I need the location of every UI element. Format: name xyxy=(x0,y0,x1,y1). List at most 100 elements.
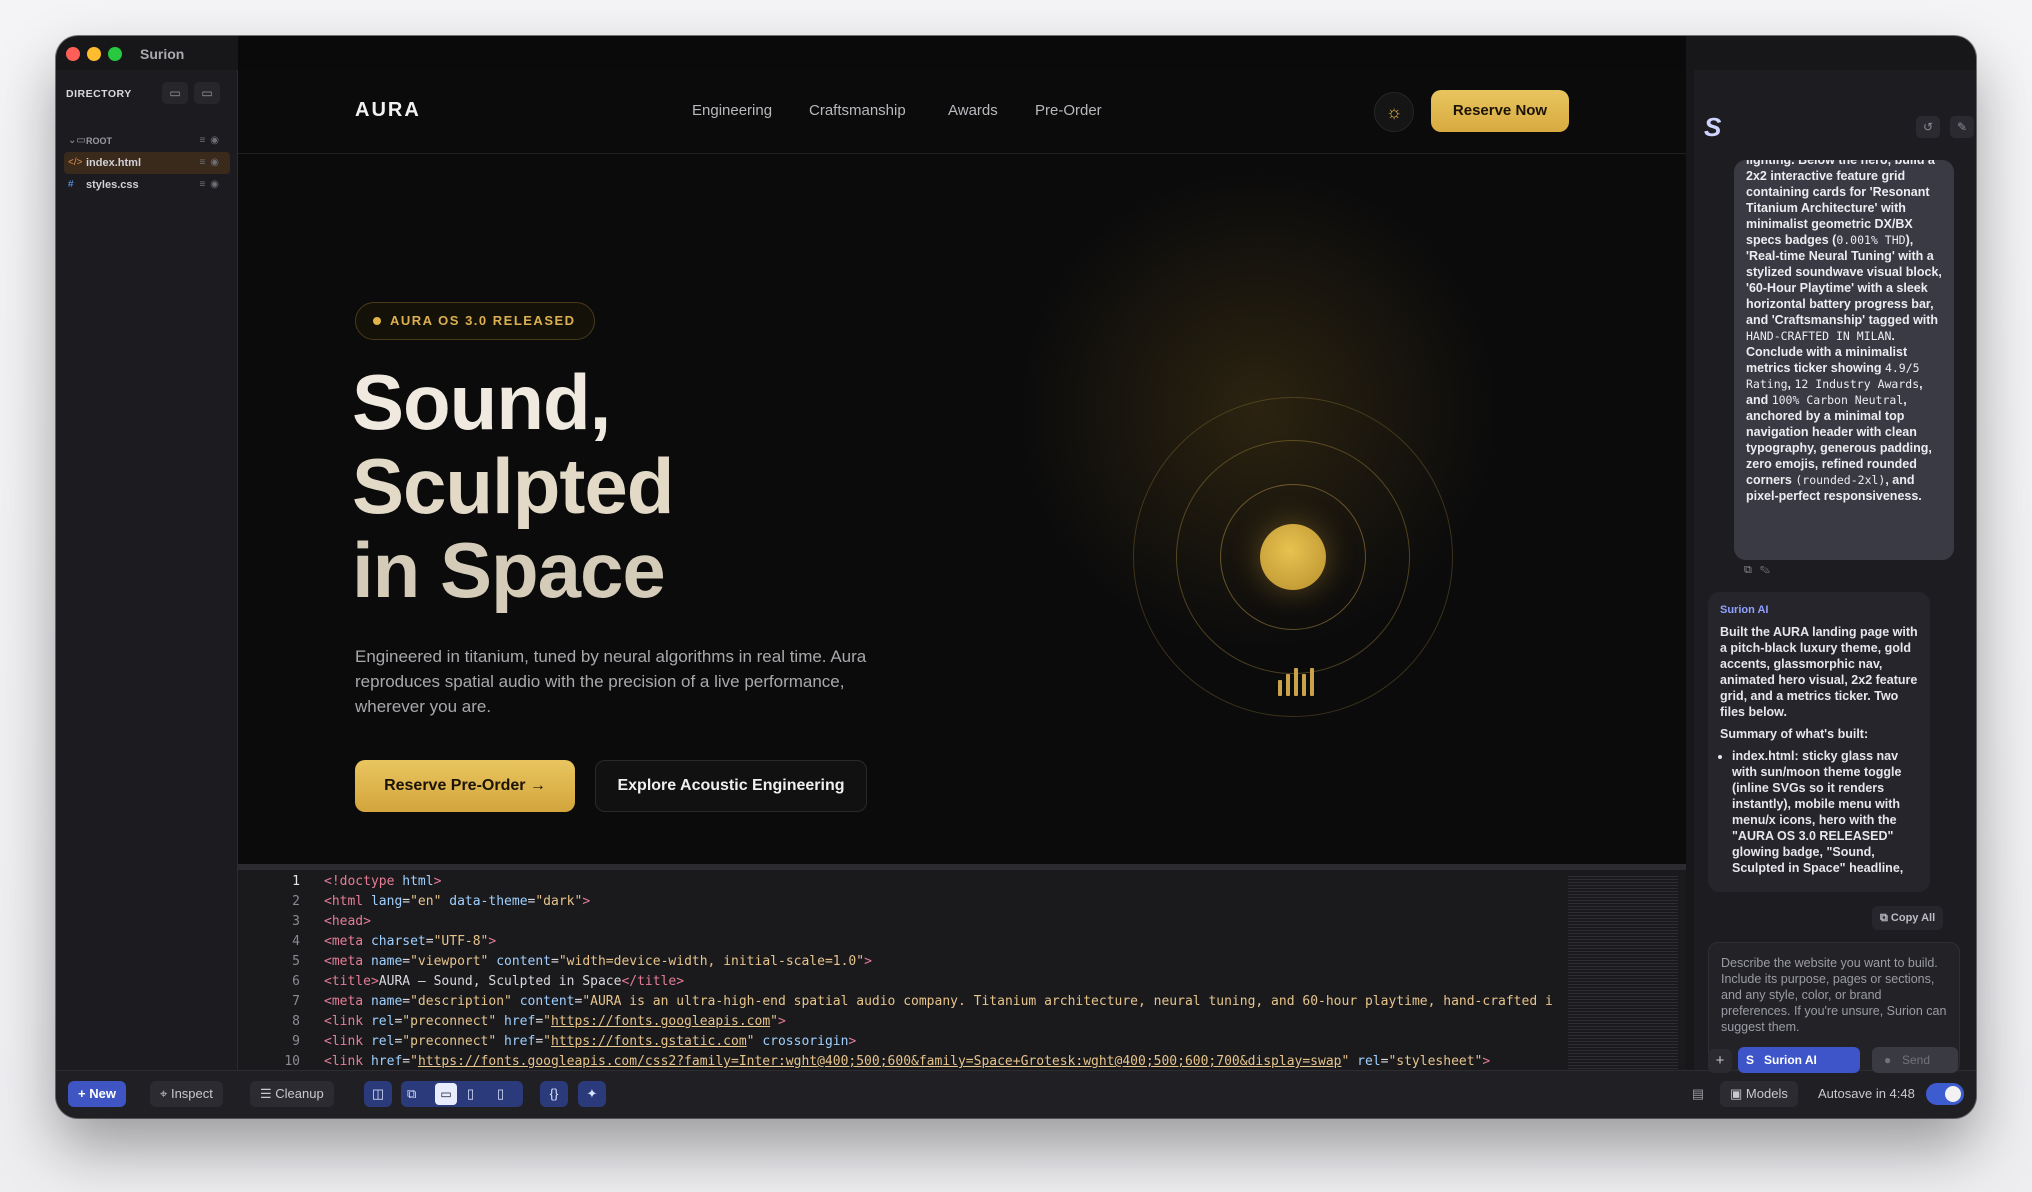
line-number: 1 xyxy=(292,874,300,889)
cleanup-button[interactable]: ☰ Cleanup xyxy=(250,1081,334,1107)
sound-orb xyxy=(1260,524,1326,590)
code-editor[interactable]: 1 <!doctype html> 2 <html lang="en" data-t… xyxy=(238,864,1686,1070)
file-styles-css[interactable]: # styles.css ≡◉ xyxy=(64,174,230,196)
surion-logo-icon: S xyxy=(1704,112,1722,142)
send-label: Send xyxy=(1902,1053,1931,1067)
split-view-icon[interactable]: ◫ xyxy=(364,1081,392,1107)
tree-root[interactable]: ⌄▭ ROOT ≡◉ xyxy=(64,130,230,152)
code-icon: </> xyxy=(68,157,83,168)
code-line: <html lang="en" data-theme="dark"> xyxy=(324,894,591,909)
code-line: <meta name="viewport" content="width=dev… xyxy=(324,954,872,969)
ai-name: Surion AI xyxy=(1720,604,1769,616)
new-label: New xyxy=(89,1086,116,1101)
line-number: 8 xyxy=(292,1014,300,1029)
code-line: <link href="https://fonts.googleapis.com… xyxy=(324,1054,1491,1069)
line-number: 10 xyxy=(284,1054,300,1069)
ai-message: Surion AI Built the AURA landing page wi… xyxy=(1708,592,1930,892)
explore-engineering-button[interactable]: Explore Acoustic Engineering xyxy=(595,760,867,812)
row-actions[interactable]: ≡◉ xyxy=(199,130,224,152)
app-window: Surion DIRECTORY ▭ ▭ ⌄▭ ROOT ≡◉ </> inde… xyxy=(56,36,1976,1118)
code-line: <title>AURA — Sound, Sculpted in Space</… xyxy=(324,974,685,989)
autosave-toggle[interactable] xyxy=(1926,1083,1964,1105)
row-actions[interactable]: ≡◉ xyxy=(199,174,224,196)
headline-line: Sculpted xyxy=(352,442,674,530)
close-window-button[interactable] xyxy=(66,47,80,61)
attach-button[interactable]: + xyxy=(1708,1049,1732,1073)
send-icon: ● xyxy=(1884,1053,1892,1067)
line-number: 6 xyxy=(292,974,300,989)
bottom-toolbar: + New ⌖ Inspect ☰ Cleanup ◫ ⧉ ▭ ▯ ▯ {} ✦… xyxy=(56,1047,1976,1118)
folder-icon: ⌄▭ xyxy=(68,135,86,146)
model-selector-button[interactable]: S Surion AI xyxy=(1738,1047,1860,1073)
nav-link-preorder[interactable]: Pre-Order xyxy=(1035,102,1102,119)
sparkle-icon[interactable]: ✦ xyxy=(578,1081,606,1107)
new-folder-button[interactable]: ▭ xyxy=(162,82,188,104)
code-minimap[interactable] xyxy=(1568,874,1678,1070)
ai-message-body: Built the AURA landing page with a pitch… xyxy=(1720,624,1920,876)
code-line: <head> xyxy=(324,914,371,929)
desktop-icon[interactable]: ▭ xyxy=(435,1083,457,1105)
user-message: lighting. Below the hero, build a 2x2 in… xyxy=(1734,160,1954,560)
new-chat-icon[interactable]: ✎ xyxy=(1950,116,1974,138)
nav-link-engineering[interactable]: Engineering xyxy=(692,102,772,119)
models-button[interactable]: ▣ Models xyxy=(1720,1081,1798,1107)
message-actions: ⧉✎ xyxy=(1744,564,1778,577)
code-line: <meta name="description" content="AURA i… xyxy=(324,994,1553,1009)
app-title: Surion xyxy=(140,46,185,62)
line-number: 7 xyxy=(292,994,300,1009)
site-logo[interactable]: AURA xyxy=(355,99,421,122)
cleanup-label: Cleanup xyxy=(275,1086,324,1101)
maximize-window-button[interactable] xyxy=(108,47,122,61)
nav-link-awards[interactable]: Awards xyxy=(948,102,998,119)
reserve-preorder-button[interactable]: Reserve Pre-Order → xyxy=(355,760,575,812)
viewport-switcher: ⧉ ▭ ▯ ▯ xyxy=(401,1081,523,1107)
history-icon[interactable]: ↺ xyxy=(1916,116,1940,138)
line-number: 5 xyxy=(292,954,300,969)
file-sidebar: DIRECTORY ▭ ▭ ⌄▭ ROOT ≡◉ </> index.html … xyxy=(56,70,238,1070)
models-label: Models xyxy=(1745,1086,1788,1101)
row-actions[interactable]: ≡◉ xyxy=(199,152,224,174)
site-preview: AURA Engineering Craftsmanship Awards Pr… xyxy=(238,70,1686,864)
headline-line: Sound, xyxy=(352,358,611,446)
minimize-window-button[interactable] xyxy=(87,47,101,61)
code-line: <link rel="preconnect" href="https://fon… xyxy=(324,1014,786,1029)
edit-icon[interactable]: ✎ xyxy=(1760,564,1778,576)
theme-toggle-button[interactable]: ☼ xyxy=(1374,92,1414,132)
mobile-icon[interactable]: ▯ xyxy=(497,1081,504,1107)
ai-chat-panel: S ↺ ✎ lighting. Below the hero, build a … xyxy=(1694,70,1976,1074)
hero-subtitle: Engineered in titanium, tuned by neural … xyxy=(355,647,867,716)
line-number: 3 xyxy=(292,914,300,929)
code-line: <!doctype html> xyxy=(324,874,442,889)
bookmark-icon[interactable]: ▤ xyxy=(1684,1081,1712,1107)
hash-icon: # xyxy=(68,179,74,190)
chip-icon: ▣ xyxy=(1730,1086,1743,1101)
ai-summary-bullet: index.html: sticky glass nav with sun/mo… xyxy=(1732,748,1920,876)
surion-icon: S xyxy=(1746,1053,1755,1067)
root-label: ROOT xyxy=(86,136,112,146)
autosave-status: Autosave in 4:48 xyxy=(1818,1086,1915,1101)
line-number: 2 xyxy=(292,894,300,909)
file-name: index.html xyxy=(86,157,142,169)
ai-message-text: Built the AURA landing page with a pitch… xyxy=(1720,625,1918,719)
send-button[interactable]: ● Send xyxy=(1872,1047,1958,1073)
ai-summary-heading: Summary of what's built: xyxy=(1720,727,1869,741)
nav-link-craftsmanship[interactable]: Craftsmanship xyxy=(809,102,906,119)
file-index-html[interactable]: </> index.html ≡◉ xyxy=(64,152,230,174)
crosshair-icon: ⌖ xyxy=(160,1086,168,1101)
release-badge: AURA OS 3.0 RELEASED xyxy=(355,302,595,340)
reserve-now-button[interactable]: Reserve Now xyxy=(1431,90,1569,132)
file-name: styles.css xyxy=(86,179,139,191)
copy-icon[interactable]: ⧉ xyxy=(1744,564,1760,576)
tablet-icon[interactable]: ▯ xyxy=(467,1081,474,1107)
new-button[interactable]: + New xyxy=(68,1081,126,1107)
copy-all-button[interactable]: ⧉ Copy All xyxy=(1872,906,1944,930)
copy-all-label: Copy All xyxy=(1890,912,1936,924)
code-braces-icon[interactable]: {} xyxy=(540,1081,568,1107)
preview-top-strip xyxy=(238,36,1686,70)
windows-icon[interactable]: ⧉ xyxy=(407,1081,416,1107)
inspect-button[interactable]: ⌖ Inspect xyxy=(150,1081,223,1107)
new-file-button[interactable]: ▭ xyxy=(194,82,220,104)
sun-icon: ☼ xyxy=(1385,102,1403,122)
model-label: Surion AI xyxy=(1764,1053,1817,1067)
soundwave-bars-icon xyxy=(1278,668,1318,696)
